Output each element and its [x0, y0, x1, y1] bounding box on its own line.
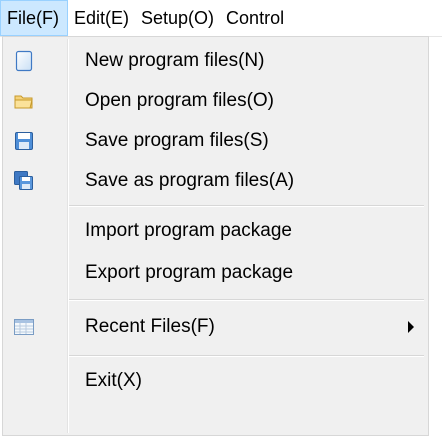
menu-item-open-program-files[interactable]: Open program files(O)	[5, 81, 426, 121]
menu-item-save-as-program-files[interactable]: Save as program files(A)	[5, 161, 426, 201]
menu-setup-label: Setup(O)	[141, 7, 215, 28]
menu-setup[interactable]: Setup(O)	[135, 0, 220, 36]
submenu-arrow-icon	[408, 321, 414, 333]
save-icon	[13, 130, 35, 152]
menu-file[interactable]: File(F)	[0, 0, 68, 36]
menu-item-label: New program files(N)	[85, 50, 265, 71]
menu-item-exit[interactable]: Exit(X)	[5, 361, 426, 401]
menu-item-new-program-files[interactable]: New program files(N)	[5, 41, 426, 81]
menu-control-label: Control	[226, 7, 285, 28]
menu-item-label: Save program files(S)	[85, 130, 269, 151]
menu-item-label: Save as program files(A)	[85, 170, 295, 191]
application-window: File(F) Edit(E) Setup(O) Control New pro…	[0, 0, 442, 438]
menu-item-label: Import program package	[85, 220, 292, 241]
menu-bar: File(F) Edit(E) Setup(O) Control	[0, 0, 442, 37]
menu-item-import-program-package[interactable]: Import program package	[5, 211, 426, 251]
menu-separator	[69, 355, 424, 357]
menu-item-save-program-files[interactable]: Save program files(S)	[5, 121, 426, 161]
menu-item-label: Export program package	[85, 262, 294, 283]
menu-item-recent-files[interactable]: Recent Files(F)	[5, 307, 426, 347]
menu-item-export-program-package[interactable]: Export program package	[5, 253, 426, 293]
menu-item-label: Exit(X)	[85, 370, 142, 391]
recent-files-icon	[13, 316, 35, 338]
menu-file-label: File(F)	[7, 7, 59, 28]
save-as-icon	[13, 170, 35, 192]
menu-edit[interactable]: Edit(E)	[68, 0, 135, 36]
menu-item-label: Recent Files(F)	[85, 316, 215, 337]
menu-separator	[69, 299, 424, 301]
new-file-icon	[13, 50, 35, 72]
menu-control[interactable]: Control	[220, 0, 290, 36]
menu-item-label: Open program files(O)	[85, 90, 275, 111]
menu-separator	[69, 205, 424, 207]
menu-edit-label: Edit(E)	[74, 7, 130, 28]
file-menu-dropdown: New program files(N) Open program files(…	[2, 36, 429, 436]
open-folder-icon	[13, 90, 35, 112]
